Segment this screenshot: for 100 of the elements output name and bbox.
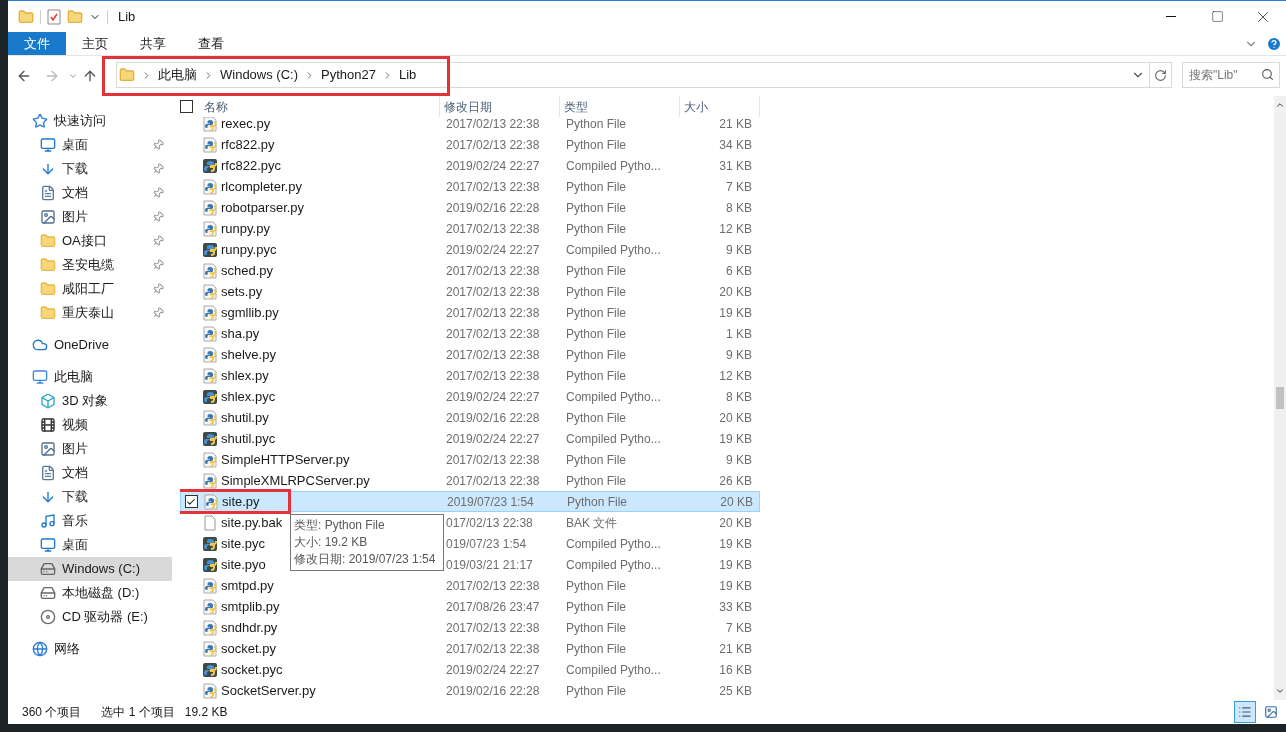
file-type: Python File — [566, 493, 629, 511]
sidebar-item[interactable]: 重庆泰山 — [8, 301, 172, 325]
sidebar-item[interactable]: Windows (C:) — [8, 557, 172, 581]
python-file-icon — [202, 325, 218, 342]
document-icon — [40, 465, 56, 481]
file-name: socket.py — [221, 639, 276, 658]
file-type: Python File — [565, 136, 628, 154]
file-type: Python File — [565, 640, 628, 658]
maximize-icon — [1210, 10, 1224, 23]
new-folder-icon[interactable] — [67, 8, 83, 25]
sidebar-item[interactable]: OA接口 — [8, 229, 172, 253]
picture-icon — [1264, 705, 1278, 719]
cube-icon — [40, 393, 56, 409]
python-file-icon — [202, 598, 218, 615]
address-bar[interactable]: 此电脑 Windows (C:) Python27 Lib — [116, 62, 1172, 88]
sidebar-item[interactable]: 此电脑 — [8, 365, 172, 389]
modified-date: 2017/02/13 22:38 — [445, 325, 541, 343]
file-type: Python File — [565, 178, 628, 196]
properties-icon[interactable] — [47, 8, 61, 25]
sidebar-item[interactable]: 桌面 — [8, 133, 172, 157]
python-file-icon — [202, 178, 218, 195]
download-icon — [40, 161, 56, 177]
breadcrumb[interactable]: Python27 — [321, 65, 376, 85]
python-file-icon — [202, 451, 218, 468]
search-field[interactable]: 搜索"Lib" — [1182, 62, 1280, 88]
scroll-up-icon[interactable] — [1275, 100, 1285, 110]
folder-icon[interactable] — [18, 8, 34, 25]
list-icon — [1238, 705, 1252, 719]
sidebar-item[interactable]: 桌面 — [8, 533, 172, 557]
file-size: 19 KB — [718, 556, 753, 574]
ribbon-tab[interactable]: 主页 — [66, 32, 124, 55]
modified-date: 2019/02/16 22:28 — [445, 682, 541, 700]
sidebar-item[interactable]: 快速访问 — [8, 109, 172, 133]
sidebar-item[interactable]: 文档 — [8, 181, 172, 205]
recent-locations-icon[interactable] — [68, 71, 78, 81]
up-icon[interactable] — [82, 68, 98, 84]
folder-icon — [40, 257, 56, 273]
python-file-icon — [202, 409, 218, 426]
tooltip-line: 修改日期: 2019/07/23 1:54 — [294, 551, 437, 568]
modified-date: 019/03/21 21:17 — [445, 556, 534, 574]
sidebar-item[interactable]: 咸阳工厂 — [8, 277, 172, 301]
modified-date: 2017/02/13 22:38 — [445, 367, 541, 385]
sidebar-item[interactable]: 3D 对象 — [8, 389, 172, 413]
column-header[interactable]: 修改日期 — [440, 96, 560, 117]
file-name: site.py.bak — [221, 513, 283, 532]
file-row[interactable]: site.py 2019/07/23 1:54 Python File 20 KB — [180, 491, 760, 512]
file-name: SocketServer.py — [221, 681, 316, 700]
sidebar-item[interactable]: 视频 — [8, 413, 172, 437]
refresh-icon[interactable] — [1154, 68, 1167, 82]
sidebar-item[interactable]: 图片 — [8, 437, 172, 461]
compiled-file-icon — [202, 535, 218, 552]
breadcrumb[interactable]: Lib — [398, 65, 417, 85]
file-type: BAK 文件 — [565, 514, 619, 532]
file-type: Python File — [565, 283, 628, 301]
file-size: 33 KB — [718, 598, 753, 616]
select-all-checkbox[interactable] — [180, 100, 193, 113]
sidebar-item[interactable]: 下载 — [8, 157, 172, 181]
ribbon-tab[interactable]: 查看 — [182, 32, 240, 55]
modified-date: 2017/02/13 22:38 — [445, 472, 541, 490]
scroll-thumb[interactable] — [1276, 387, 1284, 409]
file-name: shlex.py — [221, 366, 269, 385]
sidebar-item[interactable]: 本地磁盘 (D:) — [8, 581, 172, 605]
sidebar-item[interactable]: 下载 — [8, 485, 172, 509]
column-header[interactable]: 大小 — [680, 96, 760, 117]
star-icon — [32, 113, 48, 129]
file-type: Python File — [565, 325, 628, 343]
item-count: 360 个项目 — [22, 704, 82, 721]
ribbon-tab[interactable]: 共享 — [124, 32, 182, 55]
row-checkbox[interactable] — [184, 495, 198, 508]
file-size: 7 KB — [725, 619, 753, 637]
sidebar-item[interactable]: 网络 — [8, 637, 172, 661]
details-view-button[interactable] — [1234, 701, 1256, 723]
breadcrumb[interactable]: 此电脑 — [158, 65, 197, 85]
column-header[interactable]: 类型 — [560, 96, 680, 117]
file-name: robotparser.py — [221, 198, 305, 217]
sidebar-item[interactable]: CD 驱动器 (E:) — [8, 605, 172, 629]
help-icon[interactable] — [1266, 35, 1282, 52]
sidebar-item[interactable]: 音乐 — [8, 509, 172, 533]
python-file-icon — [202, 619, 218, 636]
forward-icon[interactable] — [44, 68, 60, 84]
file-name: smtplib.py — [221, 597, 280, 616]
python-file-icon — [202, 304, 218, 321]
sidebar-item[interactable]: 文档 — [8, 461, 172, 485]
modified-date: 2019/07/23 1:54 — [446, 493, 535, 511]
sidebar-item[interactable]: OneDrive — [8, 333, 172, 357]
sidebar-item[interactable]: 图片 — [8, 205, 172, 229]
ribbon-tab[interactable]: 文件 — [8, 32, 66, 55]
file-type: Python File — [565, 117, 628, 133]
sidebar-item[interactable]: 圣安电缆 — [8, 253, 172, 277]
python-file-icon — [202, 472, 218, 489]
breadcrumb[interactable]: Windows (C:) — [220, 65, 298, 85]
back-icon[interactable] — [16, 68, 32, 84]
modified-date: 019/07/23 1:54 — [445, 535, 528, 553]
modified-date: 2017/08/26 23:47 — [445, 598, 541, 616]
file-name: runpy.pyc — [221, 240, 277, 259]
file-name: SimpleHTTPServer.py — [221, 450, 350, 469]
scrollbar[interactable] — [1274, 96, 1286, 700]
file-size: 25 KB — [718, 682, 753, 700]
file-size: 21 KB — [718, 117, 753, 133]
scroll-down-icon[interactable] — [1275, 686, 1285, 696]
